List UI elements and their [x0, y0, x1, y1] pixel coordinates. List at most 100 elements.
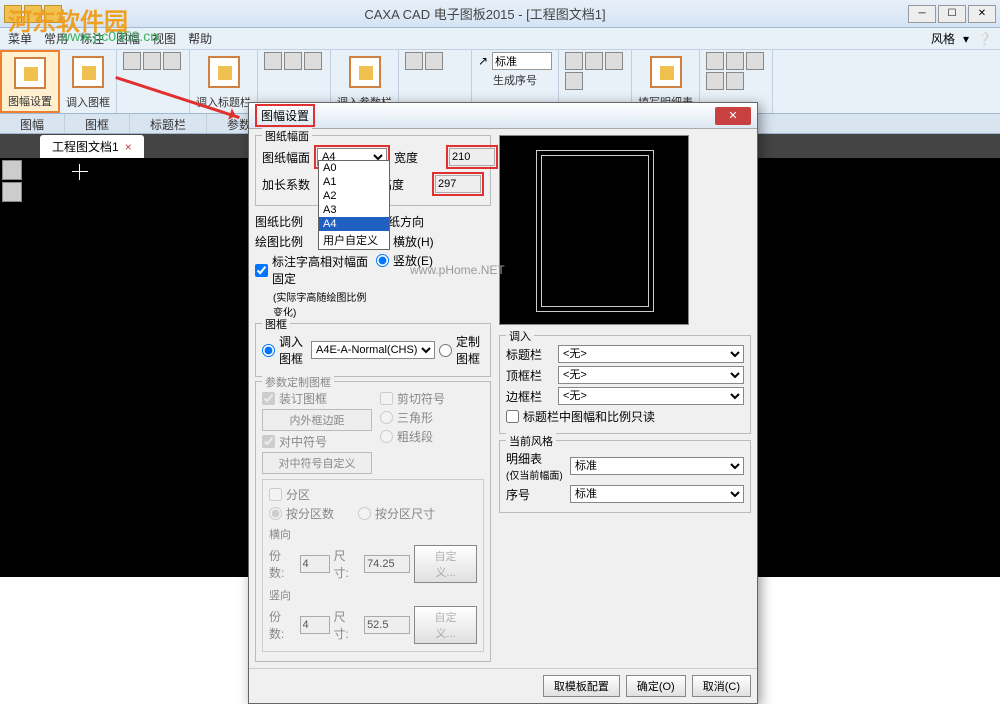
topframe-select[interactable]: <无>: [558, 366, 744, 384]
detail-sublabel: (仅当前幅面): [506, 471, 563, 482]
dropdown-option[interactable]: A1: [319, 175, 389, 189]
bind-mark-label: 装订图框: [279, 390, 327, 407]
qat-icon[interactable]: [44, 5, 62, 23]
menu-item[interactable]: 帮助: [188, 30, 212, 47]
serial-label: 序号: [506, 486, 566, 503]
minimize-button[interactable]: ─: [908, 5, 936, 23]
tool-icon[interactable]: [405, 52, 423, 70]
tool-icon[interactable]: [605, 52, 623, 70]
center-mark-label: 对中符号: [279, 433, 327, 450]
width-label: 宽度: [394, 149, 442, 166]
ribbon-group: [117, 50, 190, 113]
coarse-radio: [380, 430, 393, 443]
tool-icon[interactable]: [284, 52, 302, 70]
style-dropdown-icon[interactable]: ▾: [963, 32, 969, 46]
paper-size-dropdown: A0 A1 A2 A3 A4 用户自定义: [318, 160, 390, 250]
paper-size-label: 图纸幅面: [262, 149, 310, 166]
qat-icon[interactable]: [24, 5, 42, 23]
tool-icon[interactable]: [565, 52, 583, 70]
section-title: 图框: [262, 316, 290, 332]
readonly-checkbox[interactable]: [506, 410, 519, 423]
qat-icon[interactable]: [4, 5, 22, 23]
ribbon-group-frame[interactable]: 调入图框: [60, 50, 117, 113]
ribbon-group-page-setup[interactable]: 图幅设置: [0, 50, 60, 113]
tool-icon[interactable]: [706, 72, 724, 90]
center-mark-checkbox: [262, 435, 275, 448]
length-factor-label: 加长系数: [262, 176, 310, 193]
load-section: 调入 标题栏<无> 顶框栏<无> 边框栏<无> 标题栏中图幅和比例只读: [499, 335, 751, 434]
sideframe-select[interactable]: <无>: [558, 387, 744, 405]
document-tab[interactable]: 工程图文档1 ×: [40, 135, 144, 158]
dialog-close-button[interactable]: ✕: [715, 107, 751, 125]
serial-style-select[interactable]: [492, 52, 552, 70]
ribbon-label: 调入标题栏: [196, 94, 251, 110]
bind-mark-checkbox: [262, 392, 275, 405]
frame-select[interactable]: A4E-A-Normal(CHS): [311, 341, 435, 359]
orient-h-label: 横放(H): [393, 233, 434, 250]
v-size-input: [364, 616, 410, 634]
canvas-tool[interactable]: [2, 160, 22, 180]
ribbon-tab[interactable]: 标题栏: [130, 114, 207, 133]
ok-button[interactable]: 确定(O): [626, 675, 686, 697]
style-label: 风格: [931, 30, 955, 47]
tool-icon[interactable]: [123, 52, 141, 70]
close-button[interactable]: ✕: [968, 5, 996, 23]
fix-text-label: 标注字高相对幅面固定: [272, 253, 370, 287]
load-frame-label: 调入图框: [279, 333, 307, 367]
menu-item[interactable]: 菜单: [8, 30, 32, 47]
tool-icon[interactable]: [163, 52, 181, 70]
dropdown-option[interactable]: A0: [319, 161, 389, 175]
menu-item[interactable]: 图幅: [116, 30, 140, 47]
canvas-tool[interactable]: [2, 182, 22, 202]
dropdown-option[interactable]: 用户自定义: [319, 231, 389, 249]
tool-icon[interactable]: [425, 52, 443, 70]
page-setup-icon: [14, 57, 46, 89]
custom-frame-radio[interactable]: [439, 344, 452, 357]
dropdown-option-selected[interactable]: A4: [319, 217, 389, 231]
tool-icon[interactable]: [565, 72, 583, 90]
dialog-titlebar[interactable]: 图幅设置 ✕: [249, 103, 757, 129]
triangle-radio: [380, 411, 393, 424]
ribbon-label: 生成序号: [493, 72, 537, 88]
tool-icon[interactable]: [746, 52, 764, 70]
sideframe-label: 边框栏: [506, 388, 554, 405]
menu-item[interactable]: 常用: [44, 30, 68, 47]
doc-tab-label: 工程图文档1: [52, 138, 119, 155]
width-input[interactable]: [449, 148, 495, 166]
template-button[interactable]: 取模板配置: [543, 675, 620, 697]
ribbon-tab[interactable]: 图框: [65, 114, 130, 133]
tool-icon[interactable]: [706, 52, 724, 70]
load-frame-radio[interactable]: [262, 344, 275, 357]
close-icon[interactable]: ×: [125, 140, 132, 154]
section-title: 图纸幅面: [262, 128, 312, 144]
tool-icon[interactable]: [726, 52, 744, 70]
ribbon-tab[interactable]: 图幅: [0, 114, 65, 133]
ribbon-label: 图幅设置: [8, 93, 52, 109]
fix-text-checkbox[interactable]: [255, 264, 268, 277]
triangle-label: 三角形: [397, 409, 433, 426]
serial-select[interactable]: 标准: [570, 485, 744, 503]
tool-icon[interactable]: [726, 72, 744, 90]
preview-box: [499, 135, 689, 325]
orient-v-radio[interactable]: [376, 254, 389, 267]
menu-item[interactable]: 视图: [152, 30, 176, 47]
detail-select[interactable]: 标准: [570, 457, 744, 475]
dropdown-option[interactable]: A3: [319, 203, 389, 217]
vertical-label: 竖向: [269, 587, 477, 603]
menu-item[interactable]: 标注: [80, 30, 104, 47]
ribbon-label: 调入图框: [66, 94, 110, 110]
v-copies-input: [300, 616, 330, 634]
cancel-button[interactable]: 取消(C): [692, 675, 751, 697]
detail-icon: [650, 56, 682, 88]
dropdown-option[interactable]: A2: [319, 189, 389, 203]
titleblock-select[interactable]: <无>: [558, 345, 744, 363]
tool-icon[interactable]: [143, 52, 161, 70]
tool-icon[interactable]: [304, 52, 322, 70]
tool-icon[interactable]: [585, 52, 603, 70]
help-icon[interactable]: ❔: [977, 32, 992, 46]
titlebar: CAXA CAD 电子图板2015 - [工程图文档1] ─ ☐ ✕: [0, 0, 1000, 28]
height-input[interactable]: [435, 175, 481, 193]
section-title: 调入: [506, 328, 534, 344]
tool-icon[interactable]: [264, 52, 282, 70]
maximize-button[interactable]: ☐: [938, 5, 966, 23]
